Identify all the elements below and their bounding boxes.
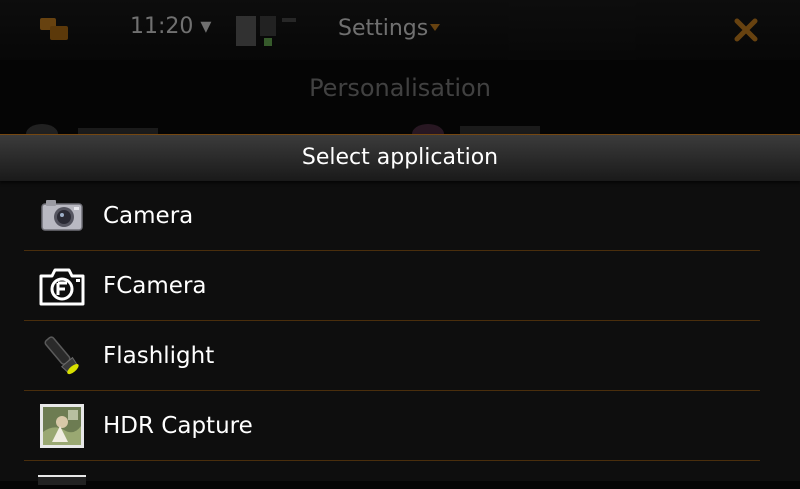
hdr-capture-icon: [38, 402, 86, 450]
list-item-label: HDR Capture: [103, 412, 253, 439]
background-heading: Personalisation: [309, 74, 491, 102]
partial-list-item-icon: [38, 470, 86, 485]
app-menu-icon: [38, 14, 72, 44]
camera-icon: [38, 192, 86, 240]
close-icon: [730, 14, 762, 46]
list-item-label: Camera: [103, 202, 194, 229]
chevron-down-icon: [430, 24, 440, 31]
list-item-camera[interactable]: Camera: [24, 181, 760, 251]
battery-signal-icon: [234, 12, 298, 50]
list-item-flashlight[interactable]: Flashlight: [24, 321, 760, 391]
list-item-hdr-capture[interactable]: HDR Capture: [24, 391, 760, 461]
status-bar: 11:20 ▾ Settings: [0, 0, 800, 60]
list-item-label: Flashlight: [103, 342, 215, 369]
list-item-fcamera[interactable]: FCamera: [24, 251, 760, 321]
status-time: 11:20 ▾: [130, 14, 212, 39]
fcamera-icon: [38, 262, 86, 310]
flashlight-icon: [38, 332, 86, 380]
status-title: Settings: [338, 16, 429, 41]
application-list: Camera FCamera Flashlight HDR Capture: [24, 181, 760, 461]
list-item-label: FCamera: [103, 272, 207, 299]
dialog-title: Select application: [0, 135, 800, 181]
select-application-dialog: Select application Camera FCamera Flashl…: [0, 134, 800, 481]
